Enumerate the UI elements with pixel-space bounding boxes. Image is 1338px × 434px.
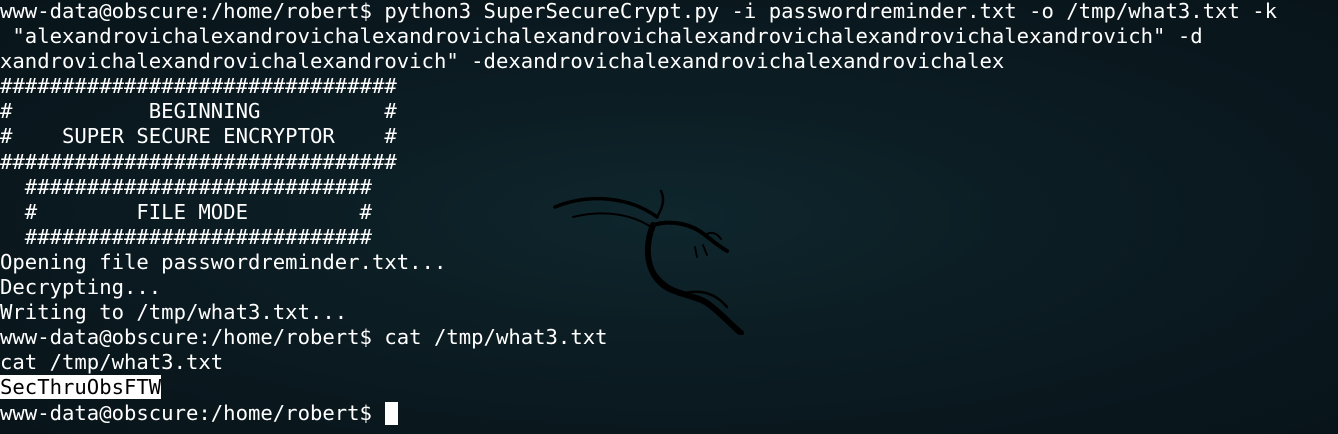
block-cursor-icon — [385, 401, 399, 425]
selected-output-line[interactable]: SecThruObsFTW — [0, 375, 1277, 400]
banner-line: # BEGINNING # — [0, 99, 397, 124]
terminal-line: www-data@obscure:/home/robert$ python3 S… — [0, 0, 1278, 23]
terminal-line: Opening file passwordreminder.txt... — [0, 249, 447, 274]
selected-output[interactable]: SecThruObsFTW — [0, 375, 162, 400]
banner-line: ################################ — [0, 74, 397, 99]
terminal-line: Decrypting... — [0, 275, 162, 300]
terminal-line: "alexandrovichalexandrovichalexandrovich… — [0, 24, 1203, 49]
terminal-line: cat /tmp/what3.txt — [0, 350, 224, 375]
terminal-line: xandrovichalexandrovichalexandrovich" -d… — [0, 49, 1005, 74]
terminal-line: www-data@obscure:/home/robert$ cat /tmp/… — [0, 325, 608, 350]
banner-line: # FILE MODE # — [0, 199, 372, 224]
terminal-output: www-data@obscure:/home/robert$ python3 S… — [0, 0, 1277, 426]
prompt-line[interactable]: www-data@obscure:/home/robert$ — [0, 401, 1277, 426]
banner-line: ############################ — [0, 174, 372, 199]
terminal-window[interactable]: www-data@obscure:/home/robert$ python3 S… — [0, 0, 1338, 434]
terminal-line: Writing to /tmp/what3.txt... — [0, 300, 348, 325]
banner-line: ############################ — [0, 224, 372, 249]
banner-line: ################################ — [0, 149, 397, 174]
prompt-text: www-data@obscure:/home/robert$ — [0, 400, 385, 425]
banner-line: # SUPER SECURE ENCRYPTOR # — [0, 124, 397, 149]
